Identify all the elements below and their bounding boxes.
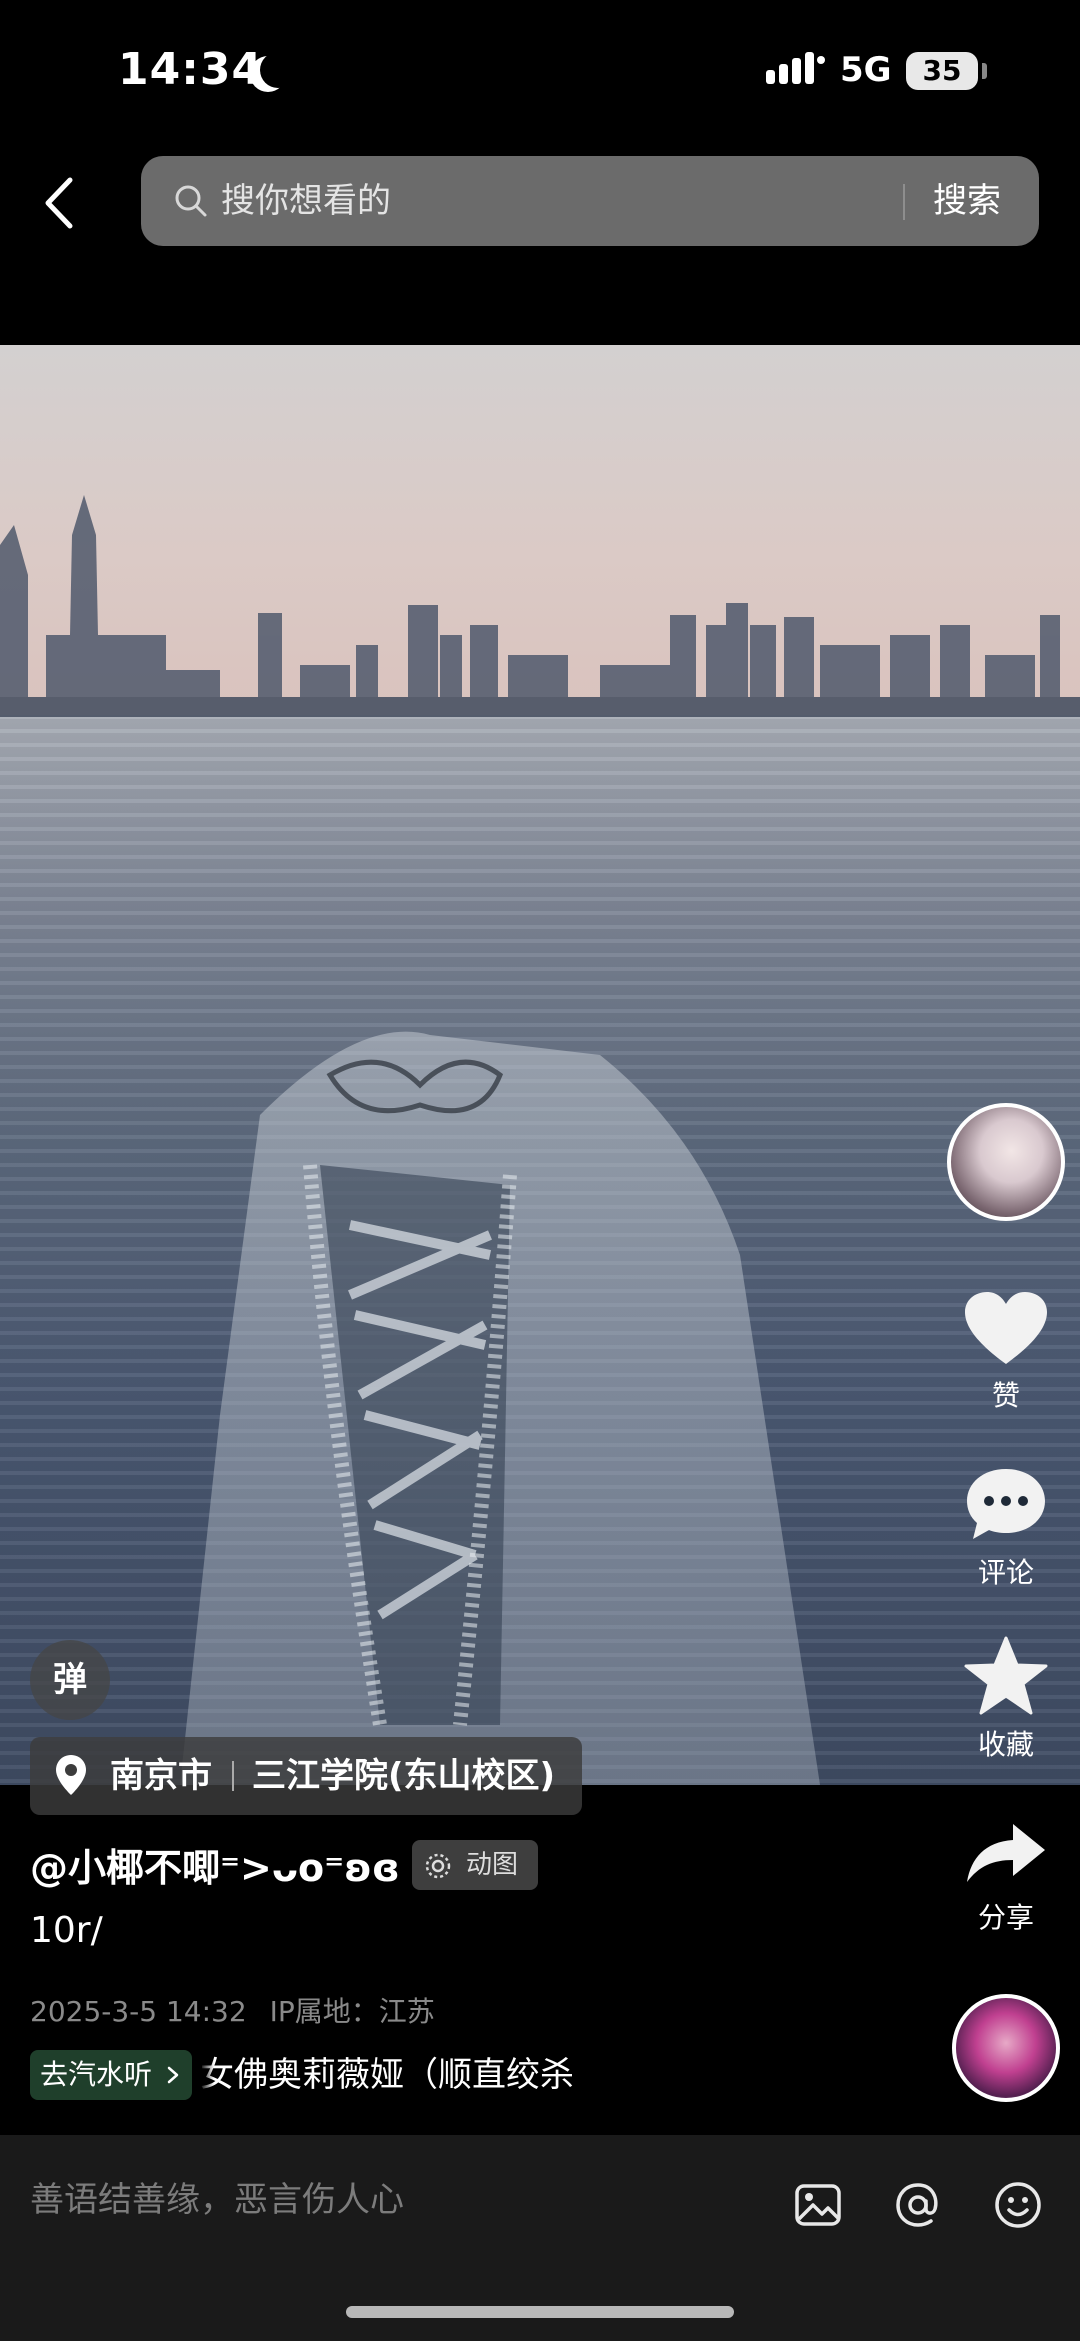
post-meta: 2025-3-5 14:32 IP属地：江苏 xyxy=(30,1990,435,2030)
location-tag[interactable]: 南京市 三江学院(东山校区) xyxy=(30,1737,582,1815)
location-pin-icon xyxy=(56,1755,86,1795)
chevron-right-icon xyxy=(167,2066,179,2084)
post-image[interactable] xyxy=(0,345,1080,1785)
star-icon xyxy=(964,1636,1048,1715)
mention-icon[interactable] xyxy=(892,2179,944,2231)
search-bar[interactable]: 搜你想看的 搜索 xyxy=(141,156,1039,246)
signal-icon xyxy=(766,52,825,84)
animated-image-badge: 动图 xyxy=(412,1840,538,1890)
location-place: 三江学院(东山校区) xyxy=(252,1756,556,1796)
danmaku-toggle-button[interactable]: 弹 xyxy=(30,1640,110,1720)
status-time: 14:34 xyxy=(118,44,264,95)
open-music-app-button[interactable]: 去汽水听 xyxy=(30,2050,192,2100)
back-button[interactable] xyxy=(36,168,84,238)
dress-overlay xyxy=(180,1031,820,1785)
network-type: 5G xyxy=(840,50,892,90)
animation-icon xyxy=(425,1853,451,1879)
favorite-label: 收藏 xyxy=(977,1728,1034,1761)
like-button[interactable]: 赞 xyxy=(940,1290,1072,1414)
battery-indicator: 35 xyxy=(906,52,978,90)
post-caption: 10r/ xyxy=(30,1910,103,1951)
status-bar: 14:34 5G 35 xyxy=(0,0,1080,150)
comment-label: 评论 xyxy=(977,1556,1034,1589)
city-skyline xyxy=(0,495,1080,717)
music-track-title[interactable]: 女佛奥莉薇娅（顺直绞杀 xyxy=(200,2050,630,2100)
share-label: 分享 xyxy=(977,1901,1034,1934)
location-city: 南京市 xyxy=(110,1756,212,1796)
location-divider xyxy=(232,1761,234,1791)
like-label: 赞 xyxy=(991,1379,1020,1412)
heart-icon xyxy=(965,1292,1047,1364)
emoji-icon[interactable] xyxy=(992,2179,1044,2231)
search-input[interactable]: 搜你想看的 xyxy=(221,156,391,246)
badge-label: 动图 xyxy=(466,1850,519,1880)
author-username[interactable]: @小椰不唧⁼>ᴗo⁼ʚɞ xyxy=(30,1838,400,1898)
home-indicator[interactable] xyxy=(346,2306,734,2318)
comment-button[interactable]: 评论 xyxy=(940,1465,1072,1591)
share-button[interactable]: 分享 xyxy=(940,1820,1072,1936)
author-avatar[interactable] xyxy=(947,1103,1065,1221)
battery-tip xyxy=(982,63,987,79)
search-divider xyxy=(903,184,905,220)
post-date: 2025-3-5 14:32 xyxy=(30,1995,247,2028)
search-icon xyxy=(175,185,207,217)
ip-location: IP属地：江苏 xyxy=(269,1995,435,2028)
search-button[interactable]: 搜索 xyxy=(933,156,1001,246)
comment-icon xyxy=(967,1469,1045,1539)
comment-input[interactable]: 善语结善缘，恶言伤人心 xyxy=(30,2155,750,2245)
share-arrow-icon xyxy=(967,1824,1045,1882)
favorite-button[interactable]: 收藏 xyxy=(940,1635,1072,1763)
moon-icon xyxy=(260,52,296,88)
music-disc[interactable] xyxy=(952,1994,1060,2102)
image-picker-icon[interactable] xyxy=(792,2179,844,2231)
music-pill-label: 去汽水听 xyxy=(40,2058,153,2091)
